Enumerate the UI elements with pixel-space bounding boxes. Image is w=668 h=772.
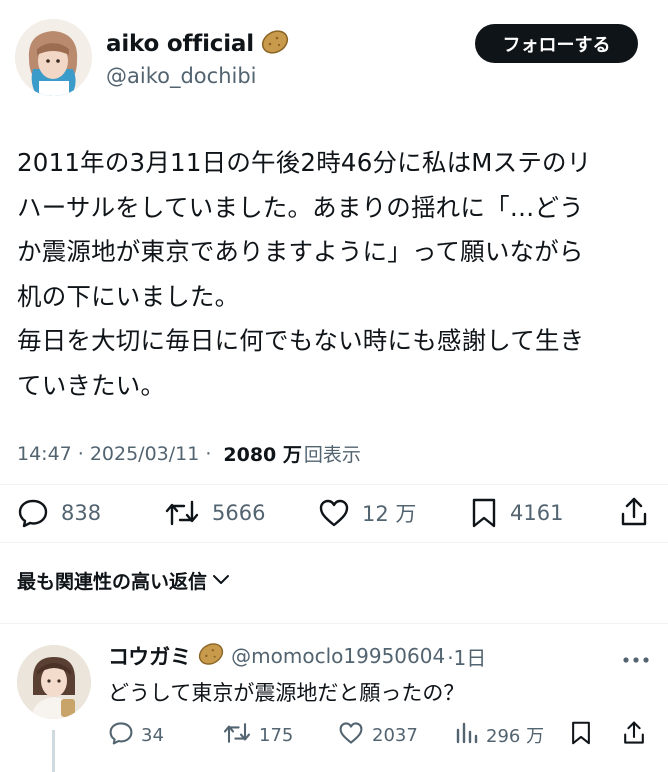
reply-icon [17,498,49,528]
divider [0,484,668,485]
retweet-action[interactable]: 5666 [164,497,265,529]
reply-time[interactable]: ·1日 [447,642,486,671]
heart-icon [337,721,365,750]
author-display-name[interactable]: aiko official [106,31,254,57]
retweet-icon [164,498,200,528]
tweet-text-line: か震源地が東京でありますように」って願いながら [17,237,584,266]
retweet-count: 5666 [212,501,266,525]
author-avatar[interactable] [15,19,92,96]
reply-reply-action[interactable]: 34 [108,721,164,750]
like-count: 12 万 [362,502,417,526]
reply-bookmark-action[interactable] [570,720,592,751]
chevron-down-icon [207,570,231,592]
bookmark-icon [570,720,592,751]
bookmark-action[interactable]: 4161 [470,497,563,529]
tweet-text-line: ていきたい。 [17,370,166,400]
meta-separator: · [205,442,212,465]
related-replies-sort[interactable]: 最も関連性の高い返信 [17,567,231,594]
views-label: 回表示 [303,444,361,466]
reply-share-button[interactable] [622,720,646,751]
reply-text: どうして東京が震源地だと願ったの？ [108,681,465,705]
tweet-text-line: ハーサルをしていました。あまりの揺れに「…どう [17,192,584,222]
share-icon [619,496,649,528]
follow-button[interactable]: フォローする [475,24,638,63]
share-button[interactable] [619,496,649,528]
author-name-row[interactable]: aiko official [106,26,290,62]
thread-connector-line [52,730,55,772]
divider [0,623,668,624]
tweet-time[interactable]: 14:47 [17,443,72,465]
reply-display-name[interactable]: コウガミ [108,641,191,671]
reply-like-action[interactable]: 2037 [337,721,418,750]
analytics-bar-icon [455,721,479,750]
retweet-icon [222,721,252,750]
bookmark-count: 4161 [510,501,564,525]
tweet-text-line: 2011年の3月11日の午後2時46分に私はMステのリ [17,148,592,177]
reply-author-avatar[interactable] [17,645,91,719]
author-handle[interactable]: @aiko_dochibi [106,64,257,88]
reply-retweet-action[interactable]: 175 [222,722,293,748]
meta-separator: · [77,442,84,465]
divider [0,542,668,543]
reply-name-row[interactable]: コウガミ @momoclo19950604 ·1日 [108,638,486,674]
tweet-text-line: 毎日を大切に毎日に何でもない時にも感謝して生き [17,326,585,355]
views-count: 2080 万 [223,444,302,466]
reply-like-count: 2037 [372,724,418,746]
tweet-text: 2011年の3月11日の午後2時46分に私はMステのリ ハーサルをしていました。… [17,141,651,408]
potato-emoji-icon [260,28,290,60]
reply-count: 838 [61,501,102,525]
heart-icon [318,498,350,528]
reply-action[interactable]: 838 [17,497,101,529]
reply-views-count: 296 万 [486,726,545,747]
reply-reply-count: 34 [141,724,164,746]
bookmark-icon [470,497,498,529]
reply-views-action[interactable]: 296 万 [455,722,544,748]
share-icon [622,720,646,751]
related-replies-label: 最も関連性の高い返信 [17,571,208,593]
reply-icon [108,721,134,750]
like-action[interactable]: 12 万 [318,497,416,529]
reply-handle[interactable]: @momoclo19950604 [231,644,445,668]
potato-emoji-icon [197,641,225,671]
more-options-icon[interactable] [622,650,650,669]
tweet-text-line: 机の下にいました。 [17,281,240,311]
tweet-date[interactable]: 2025/03/11 [90,443,200,465]
reply-retweet-count: 175 [259,724,294,746]
tweet-meta: 14:47 · 2025/03/11 · 2080 万 回表示 [17,440,361,467]
